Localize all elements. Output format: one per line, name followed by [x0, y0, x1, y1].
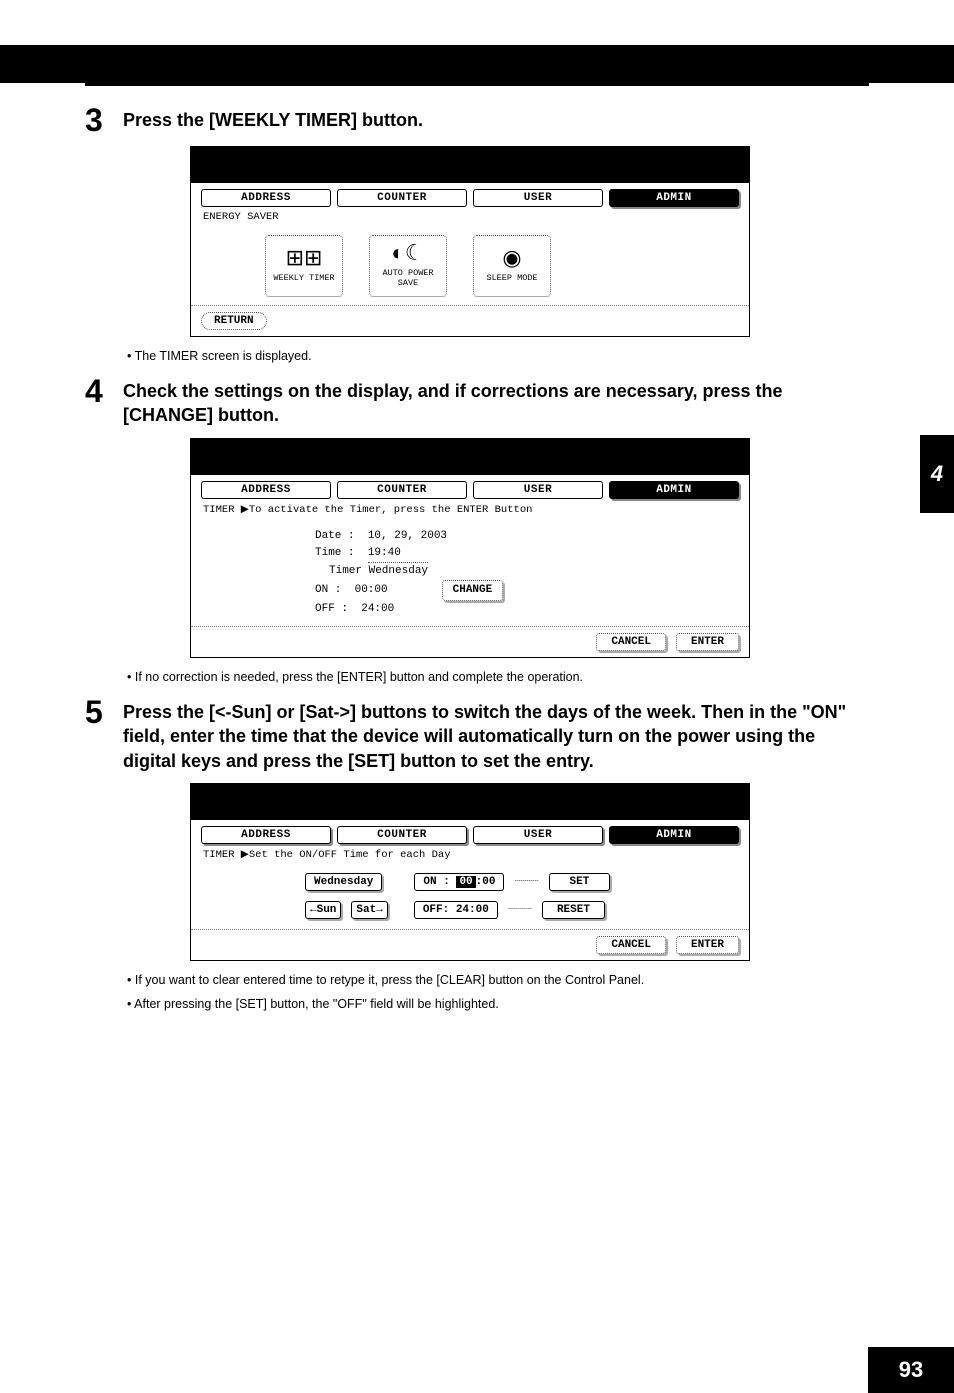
header-blackbar: [0, 45, 954, 83]
clock-grid-icon: ⊞⊞: [286, 249, 323, 271]
screen-subtitle: ENERGY SAVER: [191, 207, 749, 225]
on-label: ON :: [315, 584, 341, 596]
step-number: 5: [85, 696, 109, 728]
screenshot-timer-check: ADDRESS COUNTER USER ADMIN TIMER ▶To act…: [190, 438, 750, 658]
screenshot-timer-set: ADDRESS COUNTER USER ADMIN TIMER ▶Set th…: [190, 783, 750, 961]
step-3: 3 Press the [WEEKLY TIMER] button.: [85, 104, 869, 136]
auto-power-label: AUTO POWER SAVE: [382, 268, 433, 288]
on-value: 00:00: [355, 584, 388, 596]
tab-admin[interactable]: ADMIN: [609, 826, 739, 844]
screen-titlebar: [191, 439, 749, 475]
enter-button[interactable]: ENTER: [676, 936, 739, 954]
off-field[interactable]: OFF: 24:00: [414, 901, 498, 919]
auto-power-save-button[interactable]: ◐☾ AUTO POWER SAVE: [369, 235, 447, 297]
step-4: 4 Check the settings on the display, and…: [85, 375, 869, 428]
on-field-label: ON :: [423, 876, 449, 888]
connector-line: ┄┄┄┄: [508, 904, 532, 916]
weekday-button[interactable]: Wednesday: [305, 873, 382, 891]
step4-bullet: If no correction is needed, press the [E…: [127, 668, 869, 686]
step-instruction: Press the [<-Sun] or [Sat->] buttons to …: [123, 696, 869, 773]
tab-address[interactable]: ADDRESS: [201, 481, 331, 499]
on-hours-value: 00: [456, 876, 475, 888]
screen-subtitle: TIMER ▶Set the ON/OFF Time for each Day: [191, 844, 749, 863]
step5-bullet-1: If you want to clear entered time to ret…: [127, 971, 869, 989]
cancel-button[interactable]: CANCEL: [596, 936, 666, 954]
sleep-mode-label: SLEEP MODE: [486, 273, 537, 283]
on-field[interactable]: ON : 00:00: [414, 873, 504, 891]
divider: [85, 83, 869, 86]
screen-tabs: ADDRESS COUNTER USER ADMIN: [191, 475, 749, 499]
chapter-number: 4: [931, 461, 943, 487]
tab-user[interactable]: USER: [473, 189, 603, 207]
off-value: 24:00: [361, 603, 394, 615]
sleep-icon: ◉: [502, 249, 521, 271]
screenshot-energy-saver: ADDRESS COUNTER USER ADMIN ENERGY SAVER …: [190, 146, 750, 337]
step-number: 4: [85, 375, 109, 407]
date-label: Date :: [315, 530, 355, 542]
tab-admin[interactable]: ADMIN: [609, 189, 739, 207]
screen-subtitle: TIMER ▶To activate the Timer, press the …: [191, 499, 749, 518]
screen-tabs: ADDRESS COUNTER USER ADMIN: [191, 183, 749, 207]
time-value: 19:40: [368, 545, 428, 563]
tab-user[interactable]: USER: [473, 481, 603, 499]
time-label: Time :: [315, 547, 355, 559]
tab-counter[interactable]: COUNTER: [337, 481, 467, 499]
timer-day: Timer Wednesday: [329, 563, 735, 580]
cancel-button[interactable]: CANCEL: [596, 633, 666, 651]
tab-counter[interactable]: COUNTER: [337, 826, 467, 844]
weekly-timer-label: WEEKLY TIMER: [273, 273, 334, 283]
on-minutes-value: :00: [476, 876, 496, 888]
tab-counter[interactable]: COUNTER: [337, 189, 467, 207]
change-button[interactable]: CHANGE: [442, 580, 504, 601]
next-day-button[interactable]: Sat→: [351, 901, 387, 919]
step-instruction: Check the settings on the display, and i…: [123, 375, 869, 428]
prev-day-button[interactable]: ←Sun: [305, 901, 341, 919]
off-value: 24:00: [456, 904, 489, 916]
tab-address[interactable]: ADDRESS: [201, 189, 331, 207]
off-field-label: OFF:: [423, 904, 449, 916]
step3-bullet: The TIMER screen is displayed.: [127, 347, 869, 365]
enter-button[interactable]: ENTER: [676, 633, 739, 651]
step-number: 3: [85, 104, 109, 136]
step5-bullet-2: After pressing the [SET] button, the "OF…: [127, 995, 869, 1013]
tab-admin[interactable]: ADMIN: [609, 481, 739, 499]
screen-tabs: ADDRESS COUNTER USER ADMIN: [191, 820, 749, 844]
date-value: 10, 29, 2003: [368, 530, 447, 542]
reset-button[interactable]: RESET: [542, 901, 605, 919]
connector-line: ┄┄┄┄: [514, 876, 538, 888]
off-label: OFF :: [315, 603, 348, 615]
chapter-side-tab: 4: [920, 435, 954, 513]
tab-address[interactable]: ADDRESS: [201, 826, 331, 844]
page-number: 93: [899, 1357, 923, 1383]
screen-titlebar: [191, 784, 749, 820]
step-instruction: Press the [WEEKLY TIMER] button.: [123, 104, 423, 132]
step-5: 5 Press the [<-Sun] or [Sat->] buttons t…: [85, 696, 869, 773]
weekly-timer-button[interactable]: ⊞⊞ WEEKLY TIMER: [265, 235, 343, 297]
page-number-footer: 93: [868, 1347, 954, 1393]
tab-user[interactable]: USER: [473, 826, 603, 844]
return-button[interactable]: RETURN: [201, 312, 267, 330]
set-button[interactable]: SET: [549, 873, 611, 891]
screen-titlebar: [191, 147, 749, 183]
clock-moon-icon: ◐☾: [392, 244, 425, 266]
sleep-mode-button[interactable]: ◉ SLEEP MODE: [473, 235, 551, 297]
